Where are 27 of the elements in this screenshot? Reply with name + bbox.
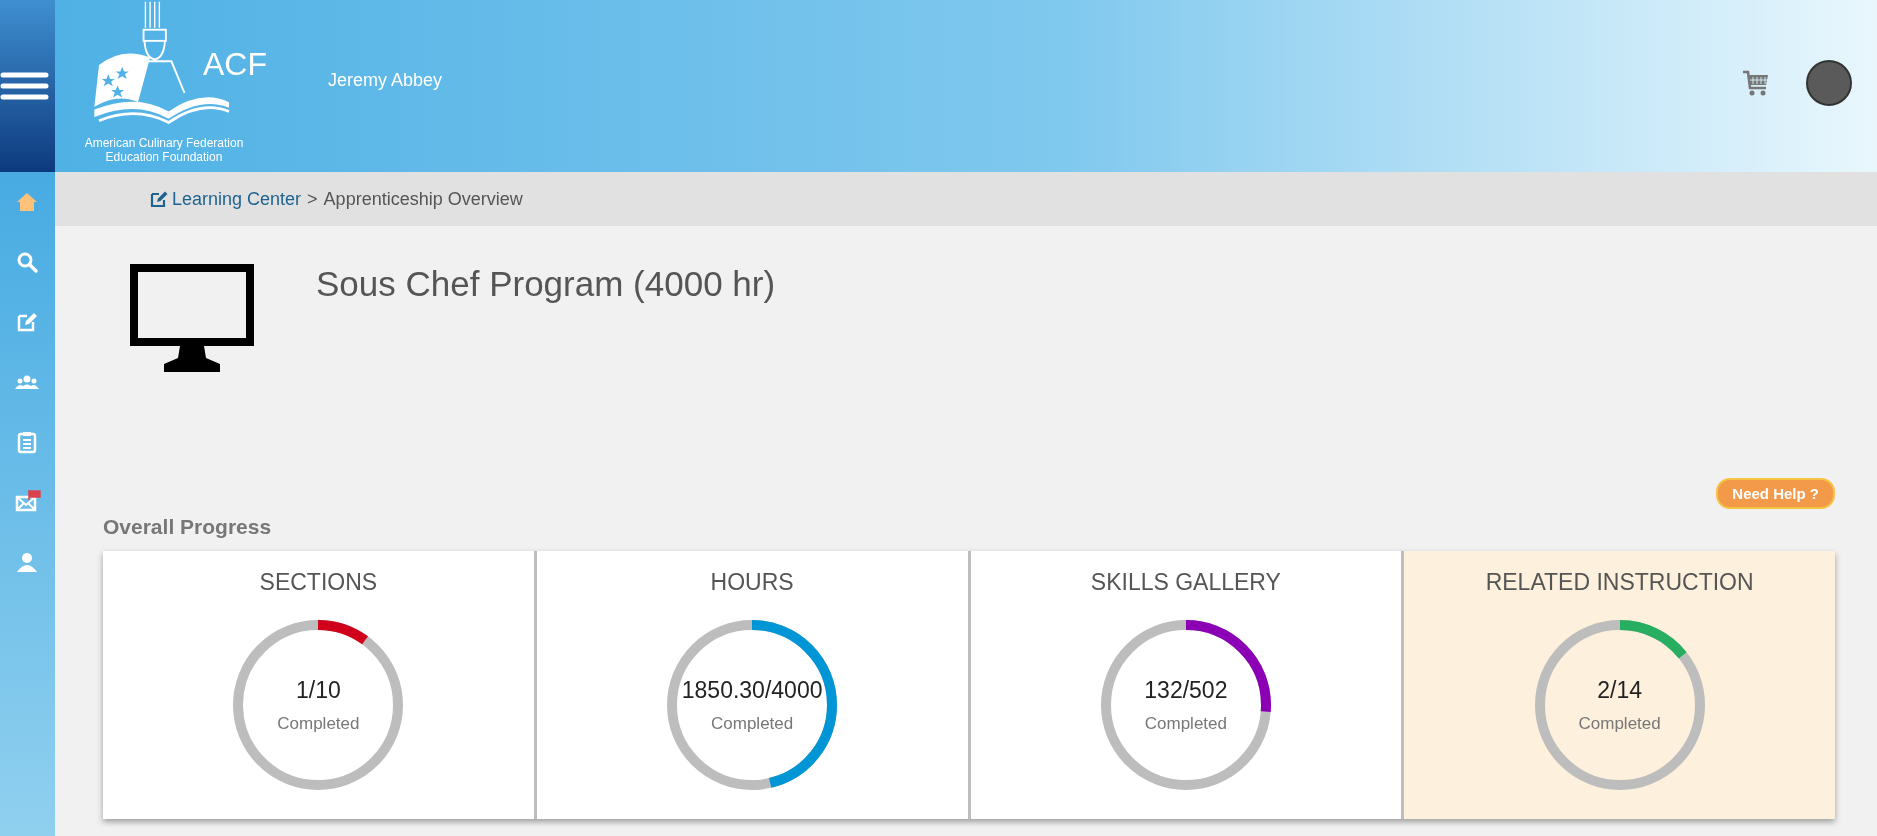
edit-icon [150, 190, 168, 208]
progress-caption: Completed [711, 713, 794, 734]
menu-icon[interactable] [0, 71, 50, 101]
logo-tagline: American Culinary Federation [84, 136, 244, 150]
card-title: SKILLS GALLERY [1090, 569, 1281, 596]
progress-value: 1/10 [296, 676, 341, 704]
breadcrumb-separator: > [307, 188, 318, 210]
card-title: SECTIONS [259, 569, 378, 596]
user-name: Jeremy Abbey [328, 70, 443, 91]
monitor-icon [130, 264, 254, 374]
logo-tagline: Education Foundation [104, 150, 224, 164]
progress-caption: Completed [1578, 713, 1661, 734]
progress-value: 132/502 [1144, 676, 1228, 704]
progress-caption: Completed [1144, 713, 1227, 734]
card-title: RELATED INSTRUCTION [1485, 569, 1754, 596]
avatar[interactable] [1806, 60, 1852, 106]
card-title: HOURS [710, 569, 794, 596]
section-heading: Overall Progress [103, 515, 273, 539]
breadcrumb-link[interactable]: Learning Center [150, 188, 302, 210]
progress-caption: Completed [277, 713, 360, 734]
program-title: Sous Chef Program (4000 hr) [316, 264, 776, 305]
progress-value: 1850.30/4000 [681, 676, 823, 704]
progress-value: 2/14 [1597, 676, 1642, 704]
logo-wordmark: ACF [203, 46, 267, 83]
cart-icon[interactable] [1742, 70, 1770, 96]
breadcrumb-current: Apprenticeship Overview [323, 188, 523, 210]
mail-flag-icon[interactable] [14, 490, 41, 514]
